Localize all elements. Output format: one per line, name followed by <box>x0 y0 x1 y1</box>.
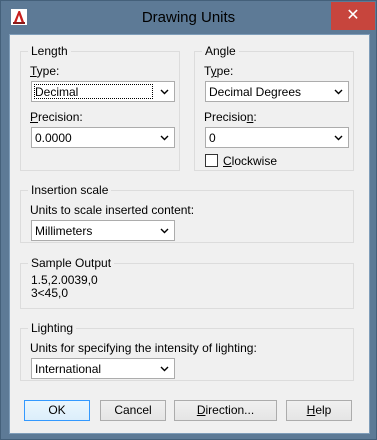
lighting-units-value: International <box>35 362 102 376</box>
sample-output-line-2: 3<45,0 <box>31 286 69 300</box>
length-precision-value: 0.0000 <box>35 131 72 145</box>
length-precision-label: Precision: <box>30 110 83 124</box>
length-type-label: Type: <box>30 64 60 78</box>
title-bar[interactable]: Drawing Units ✕ <box>1 1 376 34</box>
angle-precision-label: Precision: <box>204 110 257 124</box>
length-precision-select[interactable]: 0.0000 <box>31 127 175 148</box>
cancel-button[interactable]: Cancel <box>100 400 166 421</box>
angle-group: Angle Type: Decimal Degrees Precision: 0… <box>194 45 354 171</box>
chevron-down-icon <box>334 89 343 95</box>
clockwise-label[interactable]: Clockwise <box>223 154 277 168</box>
window-title: Drawing Units <box>141 9 236 26</box>
chevron-down-icon <box>160 228 169 234</box>
insertion-scale-group: Insertion scale Units to scale inserted … <box>20 184 354 243</box>
angle-precision-select[interactable]: 0 <box>205 127 349 148</box>
length-type-value: Decimal <box>35 85 79 99</box>
ok-button[interactable]: OK <box>24 400 90 421</box>
close-button[interactable]: ✕ <box>331 2 375 30</box>
lighting-group: Lighting Units for specifying the intens… <box>20 322 354 381</box>
lighting-legend: Lighting <box>28 322 77 335</box>
angle-precision-value: 0 <box>209 131 216 145</box>
clockwise-checkbox[interactable] <box>205 154 218 167</box>
chevron-down-icon <box>160 366 169 372</box>
dialog-body: Length Type: Decimal Precision: 0.0000 A… <box>9 34 370 434</box>
close-icon: ✕ <box>346 7 360 24</box>
insertion-units-select[interactable]: Millimeters <box>31 220 175 241</box>
chevron-down-icon <box>334 135 343 141</box>
sample-output-group: Sample Output 1.5,2.0039,0 3<45,0 <box>20 257 354 309</box>
lighting-units-label: Units for specifying the intensity of li… <box>30 341 257 355</box>
length-legend: Length <box>28 45 71 58</box>
lighting-units-select[interactable]: International <box>31 358 175 379</box>
chevron-down-icon <box>160 89 169 95</box>
help-button[interactable]: Help <box>286 400 352 421</box>
length-type-select[interactable]: Decimal <box>31 81 175 102</box>
insertion-scale-legend: Insertion scale <box>28 184 112 197</box>
insertion-units-value: Millimeters <box>35 224 93 238</box>
sample-output-legend: Sample Output <box>28 257 115 270</box>
length-group: Length Type: Decimal Precision: 0.0000 <box>20 45 180 171</box>
drawing-units-dialog: Drawing Units ✕ Length Type: Decimal Pre… <box>0 0 377 440</box>
angle-type-value: Decimal Degrees <box>209 85 302 99</box>
chevron-down-icon <box>160 135 169 141</box>
angle-legend: Angle <box>202 45 239 58</box>
insertion-scale-label: Units to scale inserted content: <box>30 203 195 217</box>
angle-type-label: Type: <box>204 64 234 78</box>
direction-button[interactable]: Direction... <box>174 400 277 421</box>
angle-type-select[interactable]: Decimal Degrees <box>205 81 349 102</box>
